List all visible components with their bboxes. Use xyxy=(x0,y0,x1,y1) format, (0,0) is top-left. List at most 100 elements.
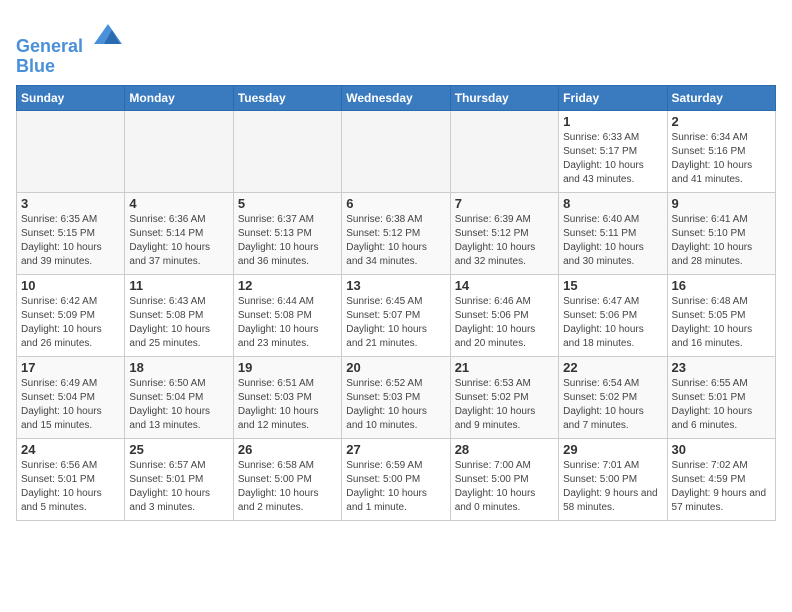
calendar-day-cell: 13 Sunrise: 6:45 AMSunset: 5:07 PMDayligh… xyxy=(342,274,450,356)
calendar-day-cell: 29 Sunrise: 7:01 AMSunset: 5:00 PMDayligh… xyxy=(559,438,667,520)
day-info: Sunrise: 6:35 AMSunset: 5:15 PMDaylight:… xyxy=(21,213,120,269)
day-number: 7 xyxy=(455,196,554,211)
day-info: Sunrise: 6:42 AMSunset: 5:09 PMDaylight:… xyxy=(21,295,120,351)
day-number: 28 xyxy=(455,442,554,457)
day-info: Sunrise: 6:52 AMSunset: 5:03 PMDaylight:… xyxy=(346,377,445,433)
day-info: Sunrise: 6:47 AMSunset: 5:06 PMDaylight:… xyxy=(563,295,662,351)
calendar-day-cell: 18 Sunrise: 6:50 AMSunset: 5:04 PMDayligh… xyxy=(125,356,233,438)
day-info: Sunrise: 6:50 AMSunset: 5:04 PMDaylight:… xyxy=(129,377,228,433)
day-number: 3 xyxy=(21,196,120,211)
calendar-day-cell: 5 Sunrise: 6:37 AMSunset: 5:13 PMDaylight… xyxy=(233,192,341,274)
calendar-week-row: 3 Sunrise: 6:35 AMSunset: 5:15 PMDaylight… xyxy=(17,192,776,274)
day-info: Sunrise: 6:43 AMSunset: 5:08 PMDaylight:… xyxy=(129,295,228,351)
calendar-day-cell xyxy=(450,110,558,192)
day-info: Sunrise: 6:39 AMSunset: 5:12 PMDaylight:… xyxy=(455,213,554,269)
calendar-day-cell: 28Sunrise: 7:00 AMSunset: 5:00 PMDayligh… xyxy=(450,438,558,520)
day-number: 16 xyxy=(672,278,771,293)
calendar-week-row: 1 Sunrise: 6:33 AMSunset: 5:17 PMDaylight… xyxy=(17,110,776,192)
day-info: Sunrise: 6:38 AMSunset: 5:12 PMDaylight:… xyxy=(346,213,445,269)
calendar-day-cell: 17 Sunrise: 6:49 AMSunset: 5:04 PMDayligh… xyxy=(17,356,125,438)
weekday-header: Friday xyxy=(559,85,667,110)
day-info: Sunrise: 6:46 AMSunset: 5:06 PMDaylight:… xyxy=(455,295,554,351)
day-number: 2 xyxy=(672,114,771,129)
day-info: Sunrise: 6:48 AMSunset: 5:05 PMDaylight:… xyxy=(672,295,771,351)
day-info: Sunrise: 6:37 AMSunset: 5:13 PMDaylight:… xyxy=(238,213,337,269)
day-number: 6 xyxy=(346,196,445,211)
day-number: 21 xyxy=(455,360,554,375)
day-number: 24 xyxy=(21,442,120,457)
day-number: 27 xyxy=(346,442,445,457)
calendar-day-cell: 9 Sunrise: 6:41 AMSunset: 5:10 PMDaylight… xyxy=(667,192,775,274)
day-number: 19 xyxy=(238,360,337,375)
calendar-day-cell: 16 Sunrise: 6:48 AMSunset: 5:05 PMDayligh… xyxy=(667,274,775,356)
day-info: Sunrise: 6:40 AMSunset: 5:11 PMDaylight:… xyxy=(563,213,662,269)
day-number: 26 xyxy=(238,442,337,457)
day-number: 9 xyxy=(672,196,771,211)
day-number: 8 xyxy=(563,196,662,211)
logo-general: General xyxy=(16,36,83,56)
calendar-day-cell: 1 Sunrise: 6:33 AMSunset: 5:17 PMDaylight… xyxy=(559,110,667,192)
day-number: 22 xyxy=(563,360,662,375)
calendar-day-cell: 12Sunrise: 6:44 AMSunset: 5:08 PMDayligh… xyxy=(233,274,341,356)
calendar-day-cell xyxy=(125,110,233,192)
day-info: Sunrise: 6:41 AMSunset: 5:10 PMDaylight:… xyxy=(672,213,771,269)
calendar-day-cell: 14 Sunrise: 6:46 AMSunset: 5:06 PMDayligh… xyxy=(450,274,558,356)
calendar-day-cell: 23Sunrise: 6:55 AMSunset: 5:01 PMDayligh… xyxy=(667,356,775,438)
day-info: Sunrise: 6:54 AMSunset: 5:02 PMDaylight:… xyxy=(563,377,662,433)
day-number: 18 xyxy=(129,360,228,375)
day-number: 17 xyxy=(21,360,120,375)
day-info: Sunrise: 6:44 AMSunset: 5:08 PMDaylight:… xyxy=(238,295,337,351)
calendar-day-cell xyxy=(233,110,341,192)
calendar-day-cell: 8 Sunrise: 6:40 AMSunset: 5:11 PMDaylight… xyxy=(559,192,667,274)
calendar-table: SundayMondayTuesdayWednesdayThursdayFrid… xyxy=(16,85,776,521)
day-info: Sunrise: 6:45 AMSunset: 5:07 PMDaylight:… xyxy=(346,295,445,351)
day-number: 15 xyxy=(563,278,662,293)
calendar-day-cell: 26 Sunrise: 6:58 AMSunset: 5:00 PMDayligh… xyxy=(233,438,341,520)
day-number: 29 xyxy=(563,442,662,457)
day-info: Sunrise: 6:49 AMSunset: 5:04 PMDaylight:… xyxy=(21,377,120,433)
day-number: 14 xyxy=(455,278,554,293)
day-number: 13 xyxy=(346,278,445,293)
logo-icon xyxy=(90,16,126,52)
calendar-day-cell xyxy=(342,110,450,192)
day-info: Sunrise: 6:55 AMSunset: 5:01 PMDaylight:… xyxy=(672,377,771,433)
calendar-week-row: 10 Sunrise: 6:42 AMSunset: 5:09 PMDayligh… xyxy=(17,274,776,356)
day-info: Sunrise: 6:34 AMSunset: 5:16 PMDaylight:… xyxy=(672,131,771,187)
calendar-day-cell: 21 Sunrise: 6:53 AMSunset: 5:02 PMDayligh… xyxy=(450,356,558,438)
logo-blue: Blue xyxy=(16,56,55,76)
calendar-day-cell: 3 Sunrise: 6:35 AMSunset: 5:15 PMDaylight… xyxy=(17,192,125,274)
calendar-day-cell: 7 Sunrise: 6:39 AMSunset: 5:12 PMDaylight… xyxy=(450,192,558,274)
day-info: Sunrise: 6:56 AMSunset: 5:01 PMDaylight:… xyxy=(21,459,120,515)
calendar-day-cell: 6 Sunrise: 6:38 AMSunset: 5:12 PMDaylight… xyxy=(342,192,450,274)
calendar-week-row: 17 Sunrise: 6:49 AMSunset: 5:04 PMDayligh… xyxy=(17,356,776,438)
weekday-header: Monday xyxy=(125,85,233,110)
weekday-header: Wednesday xyxy=(342,85,450,110)
weekday-header: Thursday xyxy=(450,85,558,110)
calendar-day-cell: 10 Sunrise: 6:42 AMSunset: 5:09 PMDayligh… xyxy=(17,274,125,356)
day-number: 11 xyxy=(129,278,228,293)
day-number: 20 xyxy=(346,360,445,375)
day-number: 5 xyxy=(238,196,337,211)
day-info: Sunrise: 6:51 AMSunset: 5:03 PMDaylight:… xyxy=(238,377,337,433)
calendar-day-cell: 30 Sunrise: 7:02 AMSunset: 4:59 PMDayligh… xyxy=(667,438,775,520)
calendar-day-cell: 2 Sunrise: 6:34 AMSunset: 5:16 PMDaylight… xyxy=(667,110,775,192)
calendar-day-cell: 27 Sunrise: 6:59 AMSunset: 5:00 PMDayligh… xyxy=(342,438,450,520)
day-number: 10 xyxy=(21,278,120,293)
day-info: Sunrise: 6:59 AMSunset: 5:00 PMDaylight:… xyxy=(346,459,445,515)
calendar-day-cell: 25Sunrise: 6:57 AMSunset: 5:01 PMDayligh… xyxy=(125,438,233,520)
calendar-day-cell: 20 Sunrise: 6:52 AMSunset: 5:03 PMDayligh… xyxy=(342,356,450,438)
calendar-day-cell: 4Sunrise: 6:36 AMSunset: 5:14 PMDaylight… xyxy=(125,192,233,274)
day-number: 25 xyxy=(129,442,228,457)
calendar-day-cell: 24 Sunrise: 6:56 AMSunset: 5:01 PMDayligh… xyxy=(17,438,125,520)
calendar-day-cell: 15 Sunrise: 6:47 AMSunset: 5:06 PMDayligh… xyxy=(559,274,667,356)
day-info: Sunrise: 6:53 AMSunset: 5:02 PMDaylight:… xyxy=(455,377,554,433)
day-info: Sunrise: 7:01 AMSunset: 5:00 PMDaylight:… xyxy=(563,459,662,515)
weekday-header: Saturday xyxy=(667,85,775,110)
day-info: Sunrise: 6:33 AMSunset: 5:17 PMDaylight:… xyxy=(563,131,662,187)
logo: General Blue xyxy=(16,16,126,77)
day-number: 1 xyxy=(563,114,662,129)
day-info: Sunrise: 7:02 AMSunset: 4:59 PMDaylight:… xyxy=(672,459,771,515)
day-info: Sunrise: 6:58 AMSunset: 5:00 PMDaylight:… xyxy=(238,459,337,515)
calendar-week-row: 24 Sunrise: 6:56 AMSunset: 5:01 PMDayligh… xyxy=(17,438,776,520)
day-number: 30 xyxy=(672,442,771,457)
